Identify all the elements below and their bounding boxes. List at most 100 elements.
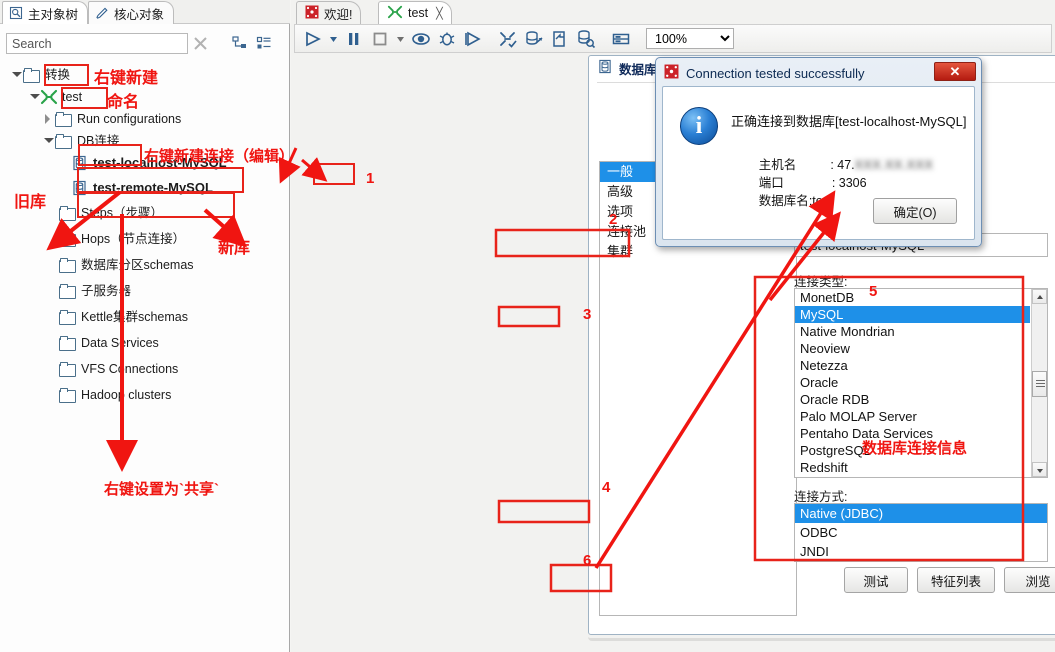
run-dropdown-icon[interactable] bbox=[326, 27, 341, 51]
show-grid-icon[interactable] bbox=[608, 27, 634, 51]
list-item[interactable]: MySQL bbox=[795, 306, 1030, 323]
pause-icon[interactable] bbox=[341, 27, 367, 51]
sql-icon[interactable] bbox=[521, 27, 547, 51]
folder-icon bbox=[58, 232, 76, 247]
tree-view-icon bbox=[9, 6, 23, 20]
debug-icon[interactable] bbox=[434, 27, 460, 51]
annotation-text-old-db: 旧库 bbox=[14, 194, 47, 211]
tree-item-test-remote-mysql[interactable]: test-remote-MySQL bbox=[72, 177, 213, 199]
tab-test[interactable]: test ╳ bbox=[378, 1, 452, 24]
message-body: i 正确连接到数据库[test-localhost-MySQL] 主机名: 47… bbox=[662, 86, 975, 240]
list-item[interactable]: JNDI bbox=[795, 542, 1047, 561]
collapse-arrow-icon[interactable] bbox=[42, 108, 54, 130]
tree-item-hadoop-clusters[interactable]: Hadoop clusters bbox=[58, 384, 171, 406]
folder-icon bbox=[58, 362, 76, 377]
message-title: Connection tested successfully bbox=[686, 65, 865, 81]
close-tab-icon[interactable]: ╳ bbox=[436, 7, 443, 20]
expand-arrow-icon[interactable] bbox=[10, 64, 22, 86]
tree-item-steps[interactable]: Steps（步骤） bbox=[58, 202, 163, 224]
tree-item-label: 转换 bbox=[45, 68, 71, 82]
list-item[interactable]: Neoview bbox=[795, 340, 1030, 357]
list-item[interactable]: MonetDB bbox=[795, 289, 1030, 306]
transformation-verify-icon[interactable] bbox=[495, 27, 521, 51]
tree-item-test[interactable]: test bbox=[28, 86, 82, 108]
search-row bbox=[0, 31, 290, 57]
tree-item-label: Hops（节点连接） bbox=[81, 232, 186, 246]
folder-icon bbox=[54, 112, 72, 127]
tree-item-partition-schemas[interactable]: 数据库分区schemas bbox=[58, 254, 194, 276]
tree-item-label: test bbox=[62, 90, 83, 104]
tree-item-db-connections[interactable]: DB连接 bbox=[42, 130, 119, 152]
tree-item-vfs-connections[interactable]: VFS Connections bbox=[58, 358, 178, 380]
tab-main-object-tree-label: 主对象树 bbox=[28, 7, 79, 22]
expand-tree-icon[interactable] bbox=[256, 35, 272, 51]
annotation-number-1: 1 bbox=[366, 170, 375, 187]
access-type-list[interactable]: Native (JDBC) ODBC JNDI bbox=[794, 503, 1048, 562]
tree-item-transformations[interactable]: 转换 bbox=[10, 64, 70, 86]
connection-test-dialog: Connection tested successfully ✕ i 正确连接到… bbox=[655, 57, 982, 247]
left-tabbar: 主对象树 核心对象 bbox=[0, 0, 290, 24]
collapse-tree-icon[interactable] bbox=[232, 35, 248, 51]
database-icon bbox=[598, 59, 612, 77]
annotation-number-4: 4 bbox=[602, 479, 611, 496]
pencil-icon bbox=[95, 6, 109, 20]
metrics-icon[interactable] bbox=[547, 27, 573, 51]
welcome-icon bbox=[305, 5, 319, 22]
tree-item-label: DB连接 bbox=[77, 134, 120, 148]
info-icon: i bbox=[680, 107, 718, 145]
port-sep: : bbox=[831, 176, 839, 190]
tree-item-hops[interactable]: Hops（节点连接） bbox=[58, 228, 185, 250]
list-item[interactable]: Native Mondrian bbox=[795, 323, 1030, 340]
dbname-label: 数据库名 bbox=[758, 194, 809, 208]
tree-item-data-services[interactable]: Data Services bbox=[58, 332, 159, 354]
annotation-number-6: 6 bbox=[583, 552, 592, 569]
stop-icon[interactable] bbox=[367, 27, 393, 51]
scroll-down-icon[interactable] bbox=[1032, 462, 1047, 477]
feature-list-button[interactable]: 特征列表 bbox=[917, 567, 995, 593]
list-item[interactable]: Palo MOLAP Server bbox=[795, 408, 1030, 425]
explore-button[interactable]: 浏览 bbox=[1004, 567, 1055, 593]
tree-item-label: Data Services bbox=[81, 336, 159, 350]
tree-item-label: test-remote-MySQL bbox=[93, 180, 213, 195]
tab-welcome[interactable]: 欢迎! bbox=[296, 1, 362, 24]
annotation-text-db-info: 数据库连接信息 bbox=[862, 440, 968, 457]
list-item[interactable]: Native (JDBC) bbox=[795, 504, 1047, 523]
ok-button[interactable]: 确定(O) bbox=[873, 198, 957, 224]
database-explore-icon[interactable] bbox=[573, 27, 599, 51]
clear-search-icon[interactable] bbox=[192, 35, 209, 52]
database-icon bbox=[72, 155, 87, 171]
annotation-number-3: 3 bbox=[583, 306, 592, 323]
annotation-text-set-shared: 右键设置为`共享` bbox=[104, 481, 219, 498]
list-item[interactable]: Oracle bbox=[795, 374, 1030, 391]
test-button[interactable]: 测试 bbox=[844, 567, 908, 593]
dbname-value: test bbox=[812, 194, 833, 208]
expand-arrow-icon[interactable] bbox=[42, 130, 54, 152]
scroll-up-icon[interactable] bbox=[1032, 289, 1047, 304]
list-item[interactable]: Netezza bbox=[795, 357, 1030, 374]
annotation-text-new-right-click: 右键新建 bbox=[94, 70, 159, 87]
pentaho-icon bbox=[664, 64, 679, 82]
connection-type-scrollbar[interactable] bbox=[1031, 289, 1047, 477]
message-dbname-line: 数据库名:test bbox=[731, 176, 833, 223]
database-icon bbox=[72, 180, 87, 196]
tree-item-slave-servers[interactable]: 子服务器 bbox=[58, 280, 131, 302]
annotation-number-5: 5 bbox=[869, 283, 878, 300]
tree-item-label: VFS Connections bbox=[81, 362, 179, 376]
search-input[interactable] bbox=[6, 33, 188, 54]
run-icon[interactable] bbox=[300, 27, 326, 51]
replay-icon[interactable] bbox=[460, 27, 486, 51]
list-item[interactable]: Redshift bbox=[795, 459, 1030, 476]
scrollbar-thumb[interactable] bbox=[1032, 371, 1047, 397]
zoom-select[interactable]: 100% bbox=[646, 28, 734, 49]
editor-toolbar: 100% bbox=[294, 24, 1052, 53]
tab-test-label: test bbox=[408, 6, 429, 20]
close-icon[interactable]: ✕ bbox=[934, 62, 976, 81]
tree-item-cluster-schemas[interactable]: Kettle集群schemas bbox=[58, 306, 188, 328]
tab-main-object-tree[interactable]: 主对象树 bbox=[2, 1, 89, 24]
list-item[interactable]: ODBC bbox=[795, 523, 1047, 542]
expand-arrow-icon[interactable] bbox=[28, 86, 40, 108]
tab-core-objects[interactable]: 核心对象 bbox=[88, 1, 175, 24]
list-item[interactable]: Oracle RDB bbox=[795, 391, 1030, 408]
preview-icon[interactable] bbox=[408, 27, 434, 51]
stop-dropdown-icon[interactable] bbox=[393, 27, 408, 51]
